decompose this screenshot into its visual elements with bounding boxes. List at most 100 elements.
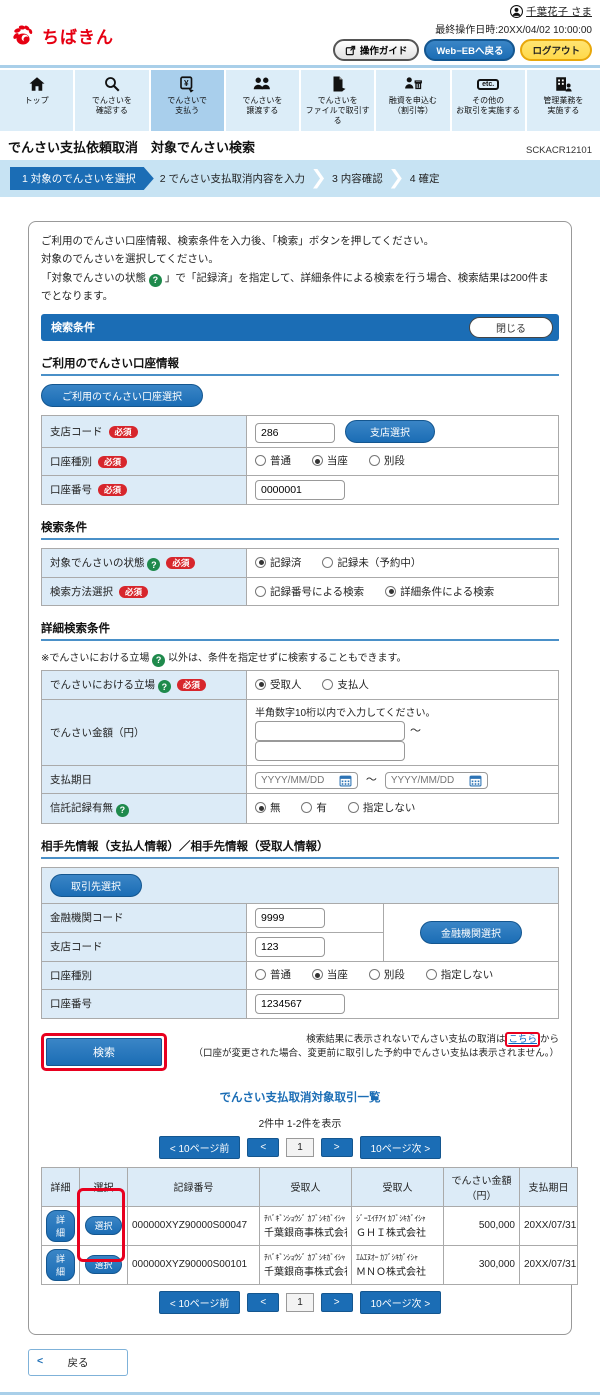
nav-tab-file[interactable]: でんさいを ファイルで取引する (301, 70, 375, 131)
radio-position-payee[interactable]: 受取人 (255, 677, 302, 692)
account-select-button[interactable]: ご利用のでんさい口座選択 (41, 383, 203, 407)
due-date-to-input[interactable] (390, 774, 463, 786)
payer-kana: ﾁﾊﾞｷﾞﾝｼｮｳｼﾞ ｶﾌﾞｼｷｶﾞｲｼｬ (264, 1213, 346, 1223)
branch-select-button[interactable]: 支店選択 (345, 419, 435, 443)
table-row: 検索方法選択 必須 記録番号による検索 詳細条件による検索 (41, 577, 559, 606)
bank-code-input[interactable] (255, 907, 325, 928)
account-info-section: ご利用のでんさい口座情報 ご利用のでんさい口座選択 支店コード必須 支店選択 口… (41, 355, 559, 505)
prev-10-pages-button[interactable]: < 10ページ前 (158, 1290, 241, 1314)
position-label: でんさいにおける立場 (50, 678, 155, 691)
table-row: 詳細 選択 000000XYZ90000S00047 ﾁﾊﾞｷﾞﾝｼｮｳｼﾞ ｶ… (41, 1205, 578, 1246)
col-amount: でんさい金額（円） (443, 1166, 520, 1207)
partner-branch-code-input[interactable] (255, 936, 325, 957)
radio-partner-type-futsu[interactable]: 普通 (255, 967, 291, 982)
amount-cell: 300,000 (443, 1244, 520, 1285)
webeb-back-label: Web−EBへ戻る (436, 46, 504, 57)
pay-yen-icon: ¥ (180, 76, 194, 93)
table-row: 金融機関コード 金融機関選択 (41, 902, 559, 962)
due-date-cell: 20XX/07/31 (519, 1244, 578, 1285)
nav-tab-transfer[interactable]: でんさいを 譲渡する (225, 70, 299, 131)
partner-account-number-input[interactable] (255, 993, 345, 1014)
radio-account-type-futsu[interactable]: 普通 (255, 453, 291, 468)
table-row: 口座番号 必須 (41, 474, 559, 505)
amount-from-input[interactable] (255, 721, 405, 741)
radio-position-payer[interactable]: 支払人 (322, 677, 369, 692)
next-page-button[interactable]: > (320, 1137, 353, 1157)
search-button[interactable]: 検索 (46, 1037, 162, 1066)
nav-tab-top[interactable]: トップ (0, 70, 74, 131)
radio-partner-type-betsudan[interactable]: 別段 (368, 967, 405, 982)
chevron-left-icon: < (37, 1354, 44, 1367)
col-payee-2: 受取人 (351, 1166, 444, 1207)
close-panel-button[interactable]: 閉じる (469, 316, 553, 338)
select-button[interactable]: 選択 (85, 1216, 122, 1235)
calendar-icon[interactable] (469, 774, 482, 787)
nav-tab-other[interactable]: etc. その他の お取引を実施する (451, 70, 525, 131)
radio-account-type-toza[interactable]: 当座 (311, 453, 348, 468)
help-icon[interactable]: ? (148, 274, 162, 288)
radio-trust-unspecified[interactable]: 指定しない (347, 800, 415, 815)
last-operation-time: 最終操作日時:20XX/04/02 10:00:00 (435, 25, 592, 36)
back-button[interactable]: < 戻る (28, 1348, 128, 1376)
amount-to-input[interactable] (255, 741, 405, 761)
radio-partner-type-unspecified[interactable]: 指定しない (425, 967, 493, 982)
required-badge: 必須 (176, 678, 206, 691)
help-icon[interactable]: ? (157, 680, 171, 693)
nav-tab-pay[interactable]: ¥ でんさいで 支払う (150, 70, 224, 131)
chibagin-mark-icon (13, 24, 33, 44)
branch-code-input[interactable] (255, 422, 335, 443)
nav-tab-admin[interactable]: 管理業務を 実施する (526, 70, 600, 131)
results-title: でんさい支払取消対象取引一覧 (219, 1091, 381, 1104)
condition-section-heading: 検索条件 (41, 519, 559, 540)
select-button[interactable]: 選択 (85, 1255, 122, 1274)
radio-icon (255, 802, 266, 814)
radio-method-record-number[interactable]: 記録番号による検索 (255, 584, 364, 599)
prev-page-button[interactable]: < (247, 1137, 280, 1157)
payee-kana: ｴﾑｴﾇｵｰ ｶﾌﾞｼｷｶﾞｲｼｬ (356, 1252, 418, 1262)
page: ちばきん 千葉花子 さま 最終操作日時:20XX/04/02 10:00:00 (0, 0, 600, 1395)
detail-button[interactable]: 詳細 (46, 1209, 75, 1242)
help-icon[interactable]: ? (152, 653, 166, 667)
logout-button[interactable]: ログアウト (520, 39, 592, 61)
calendar-icon[interactable] (339, 774, 352, 787)
logout-label: ログアウト (532, 46, 580, 57)
amount-cell: 500,000 (443, 1205, 520, 1246)
nav-tab-confirm[interactable]: でんさいを 確認する (75, 70, 149, 131)
table-row: 取引先選択 (41, 866, 559, 904)
nav-label: 確認する (95, 106, 128, 115)
prev-page-button[interactable]: < (247, 1292, 280, 1312)
due-date-from-input[interactable] (261, 774, 333, 786)
back-row: < 戻る (28, 1348, 600, 1376)
amount-label: でんさい金額（円） (50, 727, 145, 739)
search-note: 検索結果に表示されないでんさい支払の取消は こちら から （口座が変更された場合、変… (193, 1031, 559, 1059)
step-3: 3 内容確認 (332, 173, 383, 185)
detail-button[interactable]: 詳細 (46, 1248, 75, 1281)
radio-trust-yes[interactable]: 有 (301, 800, 327, 815)
next-10-pages-button[interactable]: 10ページ次 > (359, 1290, 442, 1314)
next-10-pages-button[interactable]: 10ページ次 > (359, 1135, 442, 1159)
due-date-to-field (384, 771, 488, 789)
radio-method-detail[interactable]: 詳細条件による検索 (385, 584, 494, 599)
partner-select-button[interactable]: 取引先選択 (50, 873, 142, 897)
help-icon[interactable]: ? (115, 803, 129, 817)
nav-tab-loan[interactable]: 融資を申込む （割引等） (376, 70, 450, 131)
detail-condition-section: 詳細検索条件 ※でんさいにおける立場 ? 以外は、条件を指定せずに検索することも… (41, 620, 559, 824)
kochira-link[interactable]: こちら (508, 1034, 537, 1045)
webeb-back-button[interactable]: Web−EBへ戻る (424, 39, 516, 61)
nav-label: 譲渡する (246, 106, 279, 115)
radio-status-recorded[interactable]: 記録済 (255, 555, 302, 570)
file-icon (333, 76, 346, 92)
bank-name: ちばきん (42, 28, 114, 47)
account-number-input[interactable] (255, 479, 345, 500)
prev-10-pages-button[interactable]: < 10ページ前 (158, 1135, 241, 1159)
radio-account-type-betsudan[interactable]: 別段 (368, 453, 405, 468)
guide-button[interactable]: 操作ガイド (332, 39, 420, 61)
help-icon[interactable]: ? (147, 558, 161, 571)
screen-id: SCKACR12101 (525, 145, 592, 156)
bank-select-button[interactable]: 金融機関選択 (420, 920, 522, 944)
next-page-button[interactable]: > (320, 1292, 353, 1312)
radio-trust-none[interactable]: 無 (255, 800, 281, 815)
title-row: でんさい支払依頼取消 対象でんさい検索 SCKACR12101 (0, 131, 600, 160)
radio-partner-type-toza[interactable]: 当座 (311, 967, 348, 982)
radio-status-unrecorded[interactable]: 記録未（予約中） (322, 555, 421, 570)
